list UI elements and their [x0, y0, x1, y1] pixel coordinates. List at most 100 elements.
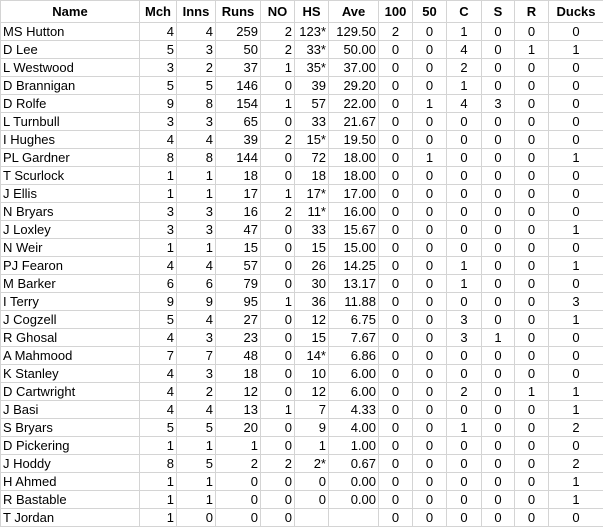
cell-hs[interactable]: 2*	[294, 454, 329, 473]
cell-hs[interactable]: 17*	[294, 184, 329, 203]
cell-inns[interactable]: 5	[176, 454, 216, 473]
cell-name[interactable]: S Bryars	[0, 418, 140, 437]
cell-runs[interactable]: 65	[215, 112, 261, 131]
cell-ducks[interactable]: 1	[548, 490, 603, 509]
cell-100[interactable]: 0	[378, 418, 413, 437]
cell-50[interactable]: 0	[412, 292, 447, 311]
cell-runs[interactable]: 13	[215, 400, 261, 419]
cell-ave[interactable]: 1.00	[328, 436, 379, 455]
cell-mch[interactable]: 4	[139, 328, 177, 347]
cell-no[interactable]: 0	[260, 274, 295, 293]
cell-inns[interactable]: 3	[176, 112, 216, 131]
cell-r[interactable]: 0	[514, 76, 549, 95]
cell-ducks[interactable]: 1	[548, 40, 603, 59]
cell-50[interactable]: 0	[412, 76, 447, 95]
cell-mch[interactable]: 4	[139, 382, 177, 401]
cell-c[interactable]: 0	[446, 202, 482, 221]
cell-runs[interactable]: 146	[215, 76, 261, 95]
column-header-mch[interactable]: Mch	[139, 0, 177, 23]
cell-runs[interactable]: 79	[215, 274, 261, 293]
cell-ave[interactable]: 6.75	[328, 310, 379, 329]
cell-r[interactable]: 0	[514, 292, 549, 311]
cell-inns[interactable]: 1	[176, 436, 216, 455]
cell-c[interactable]: 4	[446, 40, 482, 59]
cell-s[interactable]: 0	[481, 238, 515, 257]
cell-r[interactable]: 0	[514, 346, 549, 365]
cell-50[interactable]: 0	[412, 472, 447, 491]
cell-no[interactable]: 0	[260, 148, 295, 167]
cell-hs[interactable]: 0	[294, 490, 329, 509]
cell-ave[interactable]: 17.00	[328, 184, 379, 203]
cell-mch[interactable]: 9	[139, 292, 177, 311]
cell-name[interactable]: J Cogzell	[0, 310, 140, 329]
cell-r[interactable]: 0	[514, 508, 549, 527]
cell-hs[interactable]: 26	[294, 256, 329, 275]
cell-ducks[interactable]: 1	[548, 400, 603, 419]
cell-ducks[interactable]: 3	[548, 292, 603, 311]
cell-c[interactable]: 0	[446, 166, 482, 185]
cell-runs[interactable]: 1	[215, 436, 261, 455]
column-header-hs[interactable]: HS	[294, 0, 329, 23]
cell-100[interactable]: 0	[378, 310, 413, 329]
cell-no[interactable]: 0	[260, 166, 295, 185]
cell-inns[interactable]: 3	[176, 202, 216, 221]
cell-ave[interactable]: 0.67	[328, 454, 379, 473]
cell-name[interactable]: T Scurlock	[0, 166, 140, 185]
cell-s[interactable]: 0	[481, 382, 515, 401]
cell-name[interactable]: I Hughes	[0, 130, 140, 149]
cell-mch[interactable]: 6	[139, 274, 177, 293]
cell-r[interactable]: 0	[514, 364, 549, 383]
cell-c[interactable]: 0	[446, 292, 482, 311]
cell-ducks[interactable]: 1	[548, 256, 603, 275]
cell-50[interactable]: 0	[412, 364, 447, 383]
cell-name[interactable]: K Stanley	[0, 364, 140, 383]
cell-runs[interactable]: 57	[215, 256, 261, 275]
cell-100[interactable]: 0	[378, 112, 413, 131]
cell-s[interactable]: 0	[481, 184, 515, 203]
cell-ducks[interactable]: 0	[548, 22, 603, 41]
cell-100[interactable]: 0	[378, 328, 413, 347]
cell-100[interactable]: 0	[378, 490, 413, 509]
cell-100[interactable]: 2	[378, 22, 413, 41]
cell-ave[interactable]: 21.67	[328, 112, 379, 131]
cell-inns[interactable]: 8	[176, 148, 216, 167]
cell-runs[interactable]: 154	[215, 94, 261, 113]
cell-c[interactable]: 0	[446, 436, 482, 455]
cell-hs[interactable]: 39	[294, 76, 329, 95]
cell-name[interactable]: D Pickering	[0, 436, 140, 455]
cell-r[interactable]: 0	[514, 220, 549, 239]
cell-no[interactable]: 0	[260, 76, 295, 95]
cell-hs[interactable]: 33*	[294, 40, 329, 59]
cell-inns[interactable]: 8	[176, 94, 216, 113]
cell-100[interactable]: 0	[378, 184, 413, 203]
cell-mch[interactable]: 5	[139, 418, 177, 437]
cell-mch[interactable]: 3	[139, 58, 177, 77]
cell-no[interactable]: 1	[260, 94, 295, 113]
cell-runs[interactable]: 37	[215, 58, 261, 77]
cell-ducks[interactable]: 1	[548, 382, 603, 401]
cell-r[interactable]: 0	[514, 310, 549, 329]
cell-c[interactable]: 0	[446, 238, 482, 257]
cell-r[interactable]: 0	[514, 472, 549, 491]
cell-ave[interactable]	[328, 508, 379, 527]
cell-runs[interactable]: 259	[215, 22, 261, 41]
cell-hs[interactable]: 10	[294, 364, 329, 383]
cell-name[interactable]: D Rolfe	[0, 94, 140, 113]
cell-s[interactable]: 0	[481, 346, 515, 365]
cell-runs[interactable]: 18	[215, 364, 261, 383]
cell-hs[interactable]: 12	[294, 382, 329, 401]
cell-runs[interactable]: 17	[215, 184, 261, 203]
cell-runs[interactable]: 0	[215, 508, 261, 527]
cell-c[interactable]: 0	[446, 400, 482, 419]
cell-ducks[interactable]: 0	[548, 238, 603, 257]
cell-runs[interactable]: 23	[215, 328, 261, 347]
cell-mch[interactable]: 1	[139, 166, 177, 185]
cell-ave[interactable]: 0.00	[328, 490, 379, 509]
cell-inns[interactable]: 1	[176, 472, 216, 491]
cell-ducks[interactable]: 0	[548, 58, 603, 77]
cell-50[interactable]: 0	[412, 22, 447, 41]
cell-inns[interactable]: 3	[176, 220, 216, 239]
cell-no[interactable]: 2	[260, 130, 295, 149]
cell-r[interactable]: 0	[514, 418, 549, 437]
cell-inns[interactable]: 1	[176, 238, 216, 257]
